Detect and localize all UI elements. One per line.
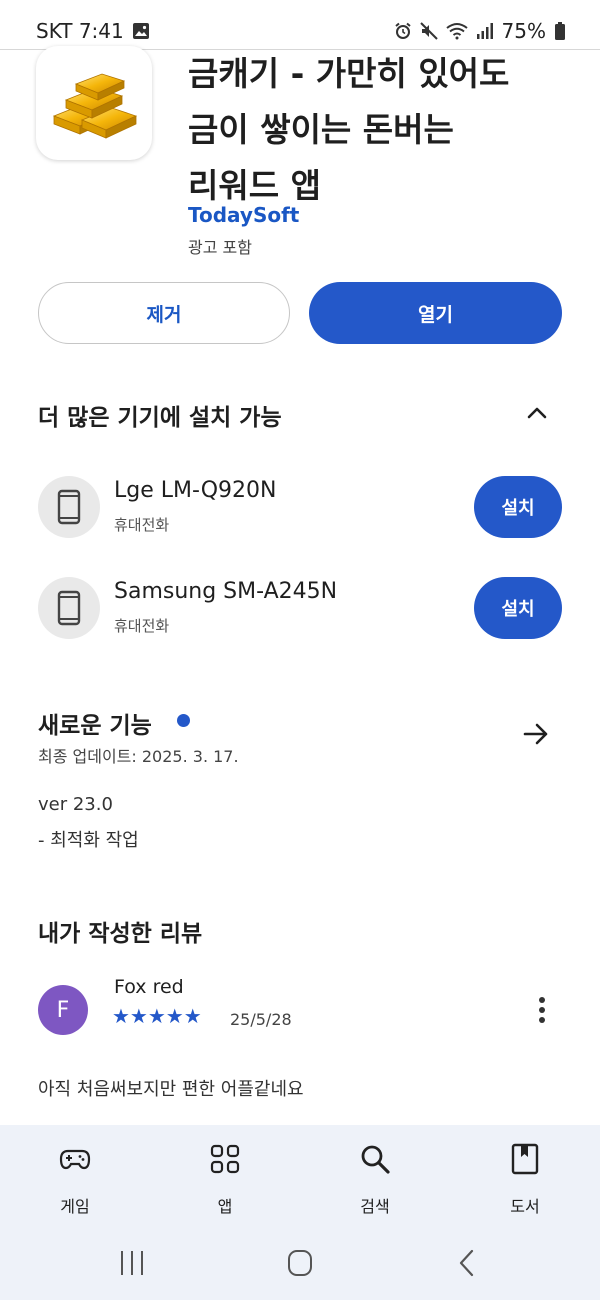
device-name: Samsung SM-A245N [114,579,338,604]
install-button-label: 설치 [501,599,535,620]
battery-percent: 75% [501,19,546,43]
ads-label: 광고 포함 [188,238,252,257]
device-row: Lge LM-Q920N 휴대전화 설치 [0,476,600,546]
device-avatar [38,577,100,639]
status-bar: SKT 7:41 75% [0,0,600,50]
phone-icon [57,489,81,525]
app-title-line: 금캐기 - 가만히 있어도 [188,54,510,93]
star-rating: ★★★★★ [112,1004,202,1028]
back-icon[interactable] [448,1247,488,1279]
signal-icon [476,23,493,39]
remove-button[interactable]: 제거 [38,282,290,344]
install-button[interactable]: 설치 [474,476,562,538]
battery-icon [555,22,565,40]
carrier-time: SKT 7:41 [36,19,124,43]
install-button[interactable]: 설치 [474,577,562,639]
open-button-label: 열기 [418,303,453,326]
new-indicator-dot [177,714,190,727]
gamepad-icon [59,1149,91,1170]
system-nav-bar [0,1233,600,1300]
device-avatar [38,476,100,538]
app-title-line: 금이 쌓이는 돈버는 [188,110,454,149]
app-title: 금캐기 - 가만히 있어도 금이 쌓이는 돈버는 리워드 앱 [188,52,568,208]
phone-icon [57,590,81,626]
status-left: SKT 7:41 [36,19,150,43]
device-row: Samsung SM-A245N 휴대전화 설치 [0,577,600,647]
nav-item-apps[interactable]: 앱 [165,1125,285,1233]
search-icon [361,1145,390,1174]
remove-button-label: 제거 [146,303,182,326]
avatar: F [38,985,88,1035]
bottom-nav: 게임 앱 검색 도서 [0,1125,600,1233]
my-review-title: 내가 작성한 리뷰 [38,921,203,947]
gold-bars-icon [52,73,138,139]
nav-item-books[interactable]: 도서 [465,1125,585,1233]
install-button-label: 설치 [501,498,535,519]
nav-label: 앱 [217,1197,233,1216]
app-title-line: 리워드 앱 [188,166,321,205]
nav-label: 게임 [60,1197,90,1216]
more-devices-title: 더 많은 기기에 설치 가능 [38,405,282,431]
book-icon [511,1143,539,1175]
chevron-up-icon[interactable] [526,402,548,424]
release-note-line: ver 23.0 [38,794,113,815]
mute-icon [419,22,438,40]
app-icon [36,46,152,160]
nav-item-search[interactable]: 검색 [315,1125,435,1233]
apps-grid-icon [210,1144,240,1174]
arrow-right-icon[interactable] [522,721,550,747]
last-updated: 최종 업데이트: 2025. 3. 17. [38,747,239,766]
alarm-icon [394,22,411,39]
gallery-notification-icon [132,23,149,39]
open-button[interactable]: 열기 [309,282,562,344]
nav-item-games[interactable]: 게임 [15,1125,135,1233]
developer-link[interactable]: TodaySoft [188,203,299,227]
wifi-icon [445,23,468,40]
nav-label: 도서 [510,1197,540,1216]
status-right: 75% [394,19,566,43]
reviewer-name: Fox red [114,976,184,998]
nav-label: 검색 [360,1197,390,1216]
avatar-letter: F [56,997,70,1023]
device-name: Lge LM-Q920N [114,478,277,503]
device-type: 휴대전화 [114,516,170,534]
whats-new-title[interactable]: 새로운 기능 [38,706,152,740]
review-date: 25/5/28 [230,1010,292,1029]
more-vert-icon[interactable] [530,994,554,1026]
device-type: 휴대전화 [114,617,170,635]
home-icon[interactable] [280,1247,320,1279]
release-note-line: - 최적화 작업 [38,830,139,851]
review-text: 아직 처음써보지만 편한 어플같네요 [38,1079,304,1100]
recent-apps-icon[interactable] [112,1247,152,1279]
